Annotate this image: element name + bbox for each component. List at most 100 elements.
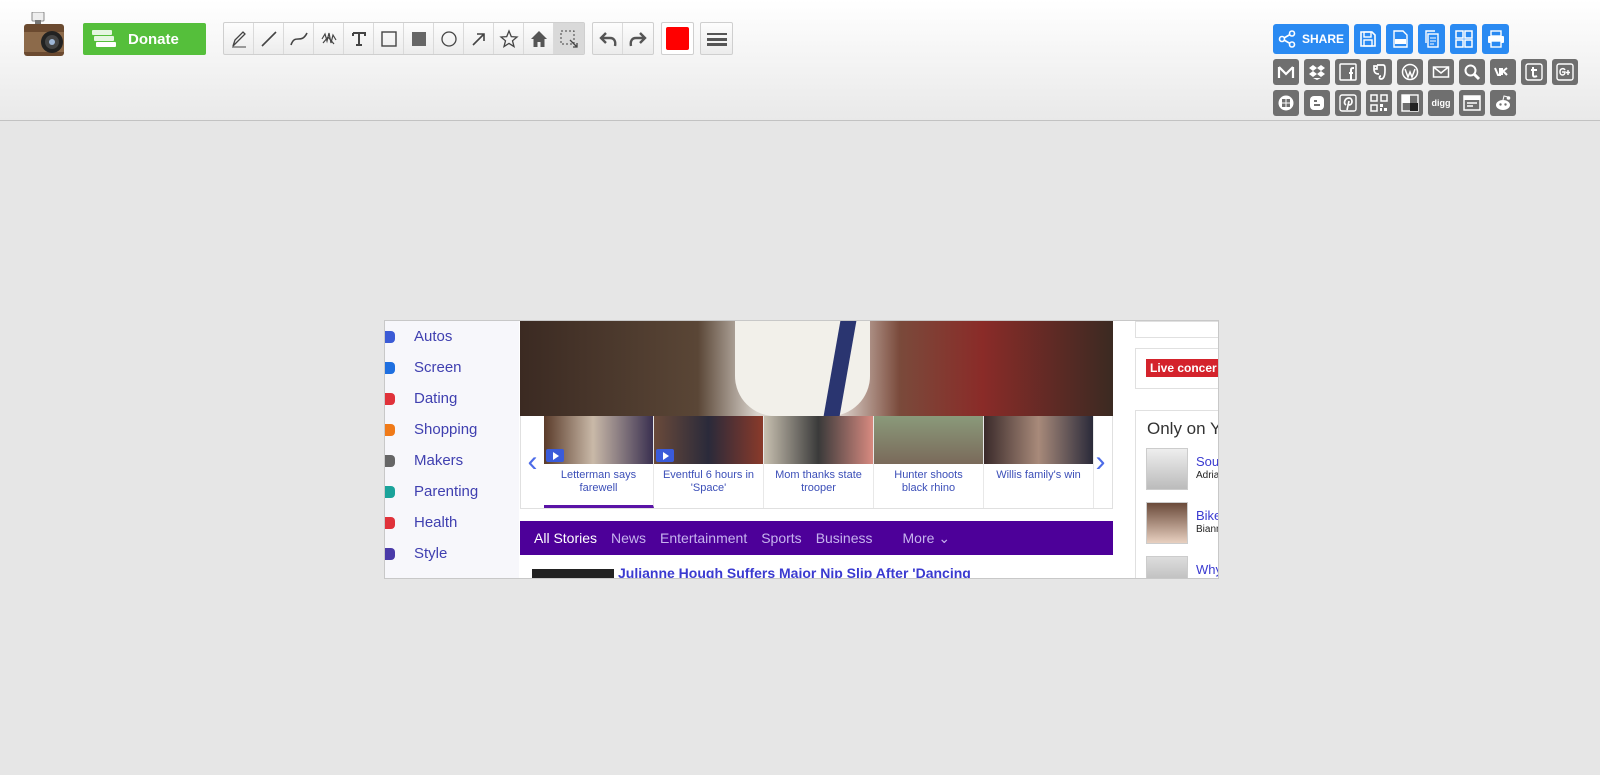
hero-image[interactable] bbox=[520, 321, 1113, 416]
rectangle-filled-tool[interactable] bbox=[404, 23, 434, 54]
nav-item-dating[interactable]: Dating bbox=[385, 383, 519, 414]
line-width-button[interactable] bbox=[700, 22, 733, 55]
arrow-tool[interactable] bbox=[464, 23, 494, 54]
story-tab-all-stories[interactable]: All Stories bbox=[534, 530, 597, 546]
nav-item-makers[interactable]: Makers bbox=[385, 445, 519, 476]
color-swatch bbox=[666, 27, 689, 50]
nav-dating-icon bbox=[385, 392, 395, 405]
pencil-tool[interactable] bbox=[224, 23, 254, 54]
nav-item-label: Dating bbox=[414, 390, 458, 407]
googleplus-button[interactable] bbox=[1552, 59, 1578, 85]
carousel-caption: Hunter shoots black rhino bbox=[894, 469, 963, 494]
rectangle-outline-icon bbox=[380, 30, 397, 47]
history-tools bbox=[592, 22, 654, 55]
reddit-button[interactable] bbox=[1490, 90, 1516, 116]
gmail-icon bbox=[1277, 66, 1295, 78]
redo-button[interactable] bbox=[623, 23, 653, 54]
nav-item-label: Autos bbox=[414, 328, 453, 345]
share-label: SHARE bbox=[1301, 32, 1344, 46]
carousel-next-icon[interactable]: › bbox=[1089, 416, 1112, 508]
person-title[interactable]: Bike bbox=[1196, 508, 1218, 523]
dropbox-button[interactable] bbox=[1304, 59, 1330, 85]
person-row[interactable]: BikeBiann bbox=[1146, 502, 1218, 546]
line-tool[interactable] bbox=[254, 23, 284, 54]
carousel-prev-icon[interactable]: ‹ bbox=[521, 416, 544, 508]
story-tab-entertainment[interactable]: Entertainment bbox=[660, 530, 747, 546]
vk-button[interactable] bbox=[1490, 59, 1516, 85]
qrcode-button[interactable] bbox=[1366, 90, 1392, 116]
star-tool[interactable] bbox=[494, 23, 524, 54]
search-button[interactable] bbox=[1459, 59, 1485, 85]
digg-button[interactable]: digg bbox=[1428, 90, 1454, 116]
windows-button[interactable] bbox=[1273, 90, 1299, 116]
person-row[interactable]: Sou Adria bbox=[1146, 448, 1219, 492]
nav-item-parenting[interactable]: Parenting bbox=[385, 476, 519, 507]
left-nav: Autos Screen Dating Shopping Makers Parenting… bbox=[385, 321, 519, 578]
only-on-box: Only on Y SouAdria BikeBiann Why bbox=[1135, 410, 1219, 578]
rectangle-outline-tool[interactable] bbox=[374, 23, 404, 54]
blur-tool[interactable] bbox=[314, 23, 344, 54]
captured-screenshot[interactable]: Autos Screen Dating Shopping Makers Parenting… bbox=[384, 320, 1219, 579]
email-button[interactable] bbox=[1428, 59, 1454, 85]
pinterest-button[interactable] bbox=[1335, 90, 1361, 116]
news-button[interactable] bbox=[1459, 90, 1485, 116]
right-box-top bbox=[1135, 321, 1218, 338]
circle-tool[interactable] bbox=[434, 23, 464, 54]
nav-item-style[interactable]: Style bbox=[385, 538, 519, 569]
story-tab-business[interactable]: Business bbox=[816, 530, 873, 546]
story-tab-news[interactable]: News bbox=[611, 530, 646, 546]
delicious-button[interactable] bbox=[1397, 90, 1423, 116]
nav-item-label: Shopping bbox=[414, 421, 478, 438]
carousel-item[interactable]: Mom thanks state trooper bbox=[764, 416, 874, 508]
print-button[interactable] bbox=[1482, 24, 1509, 54]
gmail-button[interactable] bbox=[1273, 59, 1299, 85]
nav-health-icon bbox=[385, 516, 395, 529]
story-tab-sports[interactable]: Sports bbox=[761, 530, 801, 546]
person-row[interactable]: Why bbox=[1146, 556, 1218, 578]
nav-item-health[interactable]: Health bbox=[385, 507, 519, 538]
nav-item-shopping[interactable]: Shopping bbox=[385, 414, 519, 445]
carousel-item[interactable]: Letterman says farewell bbox=[544, 416, 654, 508]
save-button[interactable] bbox=[1354, 24, 1381, 54]
tumblr-button[interactable] bbox=[1521, 59, 1547, 85]
headline-thumbnail[interactable] bbox=[532, 569, 614, 578]
person-author: Adria bbox=[1196, 470, 1219, 481]
crop-select-tool[interactable] bbox=[554, 23, 584, 54]
share-row-top: SHARE bbox=[1273, 24, 1509, 54]
color-picker[interactable] bbox=[661, 22, 694, 55]
person-title[interactable]: Sou bbox=[1196, 454, 1218, 469]
story-tab-more[interactable]: More ⌄ bbox=[903, 530, 951, 547]
facebook-button[interactable] bbox=[1335, 59, 1361, 85]
home-tool[interactable] bbox=[524, 23, 554, 54]
text-tool[interactable] bbox=[344, 23, 374, 54]
share-button[interactable]: SHARE bbox=[1273, 24, 1349, 54]
drawing-tools bbox=[223, 22, 585, 55]
wordpress-button[interactable] bbox=[1397, 59, 1423, 85]
pdf-button[interactable] bbox=[1386, 24, 1413, 54]
donate-label: Donate bbox=[128, 30, 179, 48]
carousel-item[interactable]: Eventful 6 hours in 'Space' bbox=[654, 416, 764, 508]
carousel-thumbnail bbox=[984, 416, 1093, 464]
money-icon bbox=[92, 30, 116, 47]
curve-icon bbox=[289, 32, 308, 45]
nav-item-screen[interactable]: Screen bbox=[385, 352, 519, 383]
line-width-icon bbox=[706, 32, 727, 46]
nav-item-label: Style bbox=[414, 545, 448, 562]
grid-button[interactable] bbox=[1450, 24, 1477, 54]
evernote-button[interactable] bbox=[1366, 59, 1392, 85]
carousel-item[interactable]: Willis family's win bbox=[984, 416, 1094, 508]
undo-button[interactable] bbox=[593, 23, 623, 54]
grid-icon bbox=[1454, 30, 1473, 48]
copy-button[interactable] bbox=[1418, 24, 1445, 54]
live-badge[interactable]: Live concer bbox=[1146, 359, 1218, 377]
donate-button[interactable]: Donate bbox=[83, 23, 206, 55]
blogger-button[interactable] bbox=[1304, 90, 1330, 116]
nav-item-autos[interactable]: Autos bbox=[385, 321, 519, 352]
vk-icon bbox=[1494, 67, 1508, 76]
copy-icon bbox=[1424, 30, 1439, 48]
news-icon bbox=[1463, 95, 1481, 111]
curve-tool[interactable] bbox=[284, 23, 314, 54]
carousel-item[interactable]: Hunter shoots black rhino bbox=[874, 416, 984, 508]
person-title[interactable]: Why bbox=[1196, 562, 1218, 577]
headline-link[interactable]: Julianne Hough Suffers Major Nip Slip Af… bbox=[618, 565, 971, 578]
